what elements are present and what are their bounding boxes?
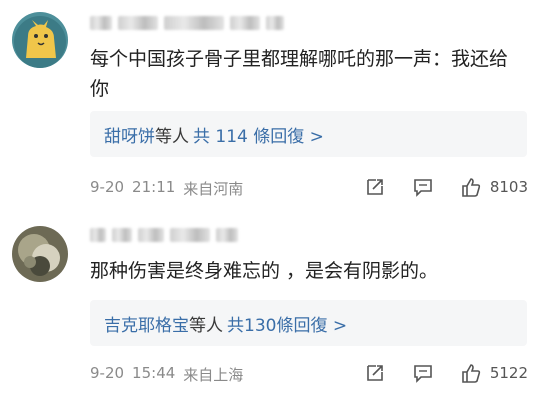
comment-text: 每个中国孩子骨子里都理解哪吒的那一声：我还给你 (90, 48, 509, 100)
share-icon[interactable] (362, 174, 388, 200)
comment-actions: 5122 (362, 360, 528, 386)
comment-location: 来自河南 (183, 180, 244, 198)
avatar[interactable] (12, 226, 68, 282)
comment-actions: 8103 (362, 174, 528, 200)
like-count: 5122 (489, 364, 528, 382)
reply-mid: 等人 (155, 126, 189, 147)
username-blurred[interactable] (90, 226, 238, 244)
username-blurred[interactable] (90, 14, 284, 32)
reply-names[interactable]: 吉克耶格宝 (104, 311, 189, 336)
comment-date: 9-20 (90, 364, 125, 382)
comment-icon[interactable] (410, 174, 436, 200)
reply-count[interactable]: 共130條回復 > (227, 311, 347, 336)
comment-icon[interactable] (410, 360, 436, 386)
comment-location: 来自上海 (183, 366, 244, 384)
avatar-image (12, 12, 68, 68)
reply-count[interactable]: 共 114 條回復 > (193, 122, 324, 147)
reply-mid: 等人 (189, 315, 223, 336)
comment-time: 21:11 (132, 178, 176, 196)
thumbs-up-icon (458, 360, 484, 386)
thumbs-up-icon (458, 174, 484, 200)
like-button[interactable]: 8103 (458, 174, 528, 200)
comment-text: 那种伤害是终身难忘的 ，是会有阴影的。 (90, 260, 439, 282)
comment-time: 15:44 (132, 364, 176, 382)
comment-date: 9-20 (90, 178, 125, 196)
comment-2: 那种伤害是终身难忘的 ，是会有阴影的。 吉克耶格宝 等人 共130條回復 > 9… (0, 200, 542, 402)
reply-summary[interactable]: 吉克耶格宝 等人 共130條回復 > (90, 300, 527, 346)
avatar-image (12, 226, 68, 282)
comment-meta: 9-20 15:44 来自上海 (90, 364, 243, 385)
reply-summary[interactable]: 甜呀饼 等人 共 114 條回復 > (90, 111, 527, 157)
comment-1: 每个中国孩子骨子里都理解哪吒的那一声：我还给你 甜呀饼 等人 共 114 條回復… (0, 0, 542, 200)
like-count: 8103 (489, 178, 528, 196)
like-button[interactable]: 5122 (458, 360, 528, 386)
reply-names[interactable]: 甜呀饼 (104, 122, 155, 147)
comment-meta: 9-20 21:11 来自河南 (90, 178, 243, 199)
avatar[interactable] (12, 12, 68, 68)
share-icon[interactable] (362, 360, 388, 386)
